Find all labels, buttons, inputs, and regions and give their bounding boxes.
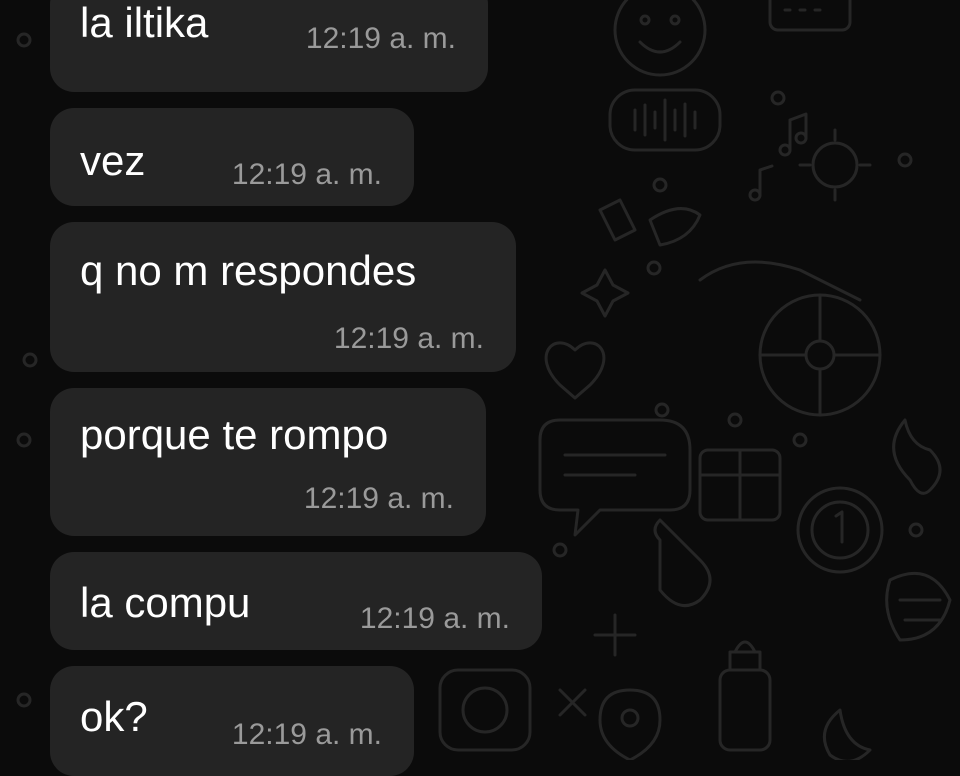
message-list: la iltika 12:19 a. m. vez 12:19 a. m. q … (0, 0, 960, 776)
message-text: ok? (80, 693, 148, 740)
message-text: la compu (80, 579, 251, 626)
message-timestamp: 12:19 a. m. (359, 602, 510, 635)
message-text: vez (80, 137, 146, 184)
message-timestamp: 12:19 a. m. (231, 158, 382, 191)
message-bubble[interactable]: la iltika 12:19 a. m. (50, 0, 488, 92)
message-text: porque te rompo (80, 411, 389, 458)
message-bubble[interactable]: la compu 12:19 a. m. (50, 552, 542, 650)
message-bubble[interactable]: porque te rompo 12:19 a. m. (50, 388, 486, 536)
message-timestamp: 12:19 a. m. (305, 22, 456, 55)
message-text: la iltika (80, 0, 209, 46)
message-bubble[interactable]: vez 12:19 a. m. (50, 108, 414, 206)
message-timestamp: 12:19 a. m. (333, 322, 484, 355)
message-text: q no m respondes (80, 247, 417, 294)
message-bubble[interactable]: q no m respondes 12:19 a. m. (50, 222, 516, 372)
message-timestamp: 12:19 a. m. (231, 718, 382, 751)
message-timestamp: 12:19 a. m. (303, 482, 454, 515)
